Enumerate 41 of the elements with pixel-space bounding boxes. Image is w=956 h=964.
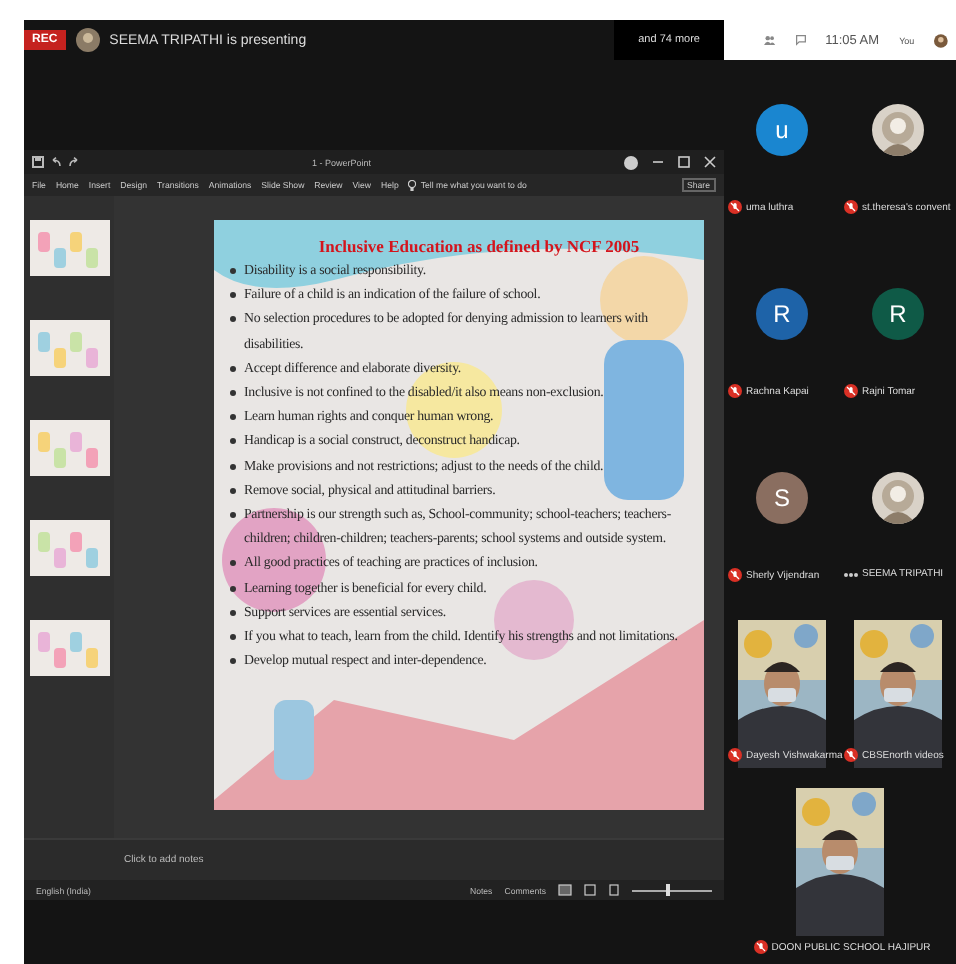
bullet-icon bbox=[230, 463, 236, 470]
avatar: R bbox=[756, 288, 808, 340]
normal-view-icon[interactable] bbox=[558, 884, 572, 896]
chat-icon[interactable] bbox=[795, 32, 806, 48]
lightbulb-icon bbox=[408, 179, 417, 191]
bullet-icon bbox=[230, 487, 236, 494]
bullet-icon bbox=[230, 292, 236, 299]
redo-icon[interactable] bbox=[68, 156, 80, 168]
slide-title: Inclusive Education as defined by NCF 2005 bbox=[316, 236, 642, 256]
bullet-icon bbox=[230, 658, 236, 665]
avatar-icon bbox=[75, 28, 100, 52]
avatar: u bbox=[756, 104, 808, 156]
slide-thumbnail[interactable] bbox=[30, 420, 110, 476]
bullet-icon bbox=[230, 316, 236, 323]
zoom-slider[interactable] bbox=[632, 884, 712, 896]
bullet-icon bbox=[230, 585, 236, 592]
bullet-icon bbox=[230, 634, 236, 641]
undo-icon[interactable] bbox=[50, 156, 62, 168]
bullet-icon bbox=[230, 512, 236, 519]
minimize-icon[interactable] bbox=[652, 156, 664, 168]
bullet-icon bbox=[230, 390, 236, 397]
reading-view-icon[interactable] bbox=[608, 884, 620, 896]
save-icon[interactable] bbox=[32, 156, 44, 168]
slide-thumbnail[interactable] bbox=[30, 220, 110, 276]
bullet-icon bbox=[230, 438, 236, 445]
bullet-icon bbox=[230, 365, 236, 372]
avatar: S bbox=[756, 472, 808, 524]
bullet-icon bbox=[230, 609, 236, 616]
restore-icon[interactable] bbox=[678, 156, 690, 168]
close-icon[interactable] bbox=[704, 156, 716, 168]
people-icon[interactable] bbox=[764, 32, 776, 48]
bullet-icon bbox=[230, 268, 236, 274]
sorter-view-icon[interactable] bbox=[584, 884, 596, 896]
bullet-icon bbox=[230, 560, 236, 567]
bullet-icon bbox=[230, 414, 236, 421]
slide-thumbnail[interactable] bbox=[30, 320, 110, 376]
slide-thumbnail[interactable] bbox=[30, 620, 110, 676]
avatar-icon[interactable] bbox=[934, 29, 948, 51]
slide-thumbnail[interactable] bbox=[30, 520, 110, 576]
avatar-icon[interactable] bbox=[624, 155, 638, 169]
avatar: R bbox=[872, 288, 924, 340]
